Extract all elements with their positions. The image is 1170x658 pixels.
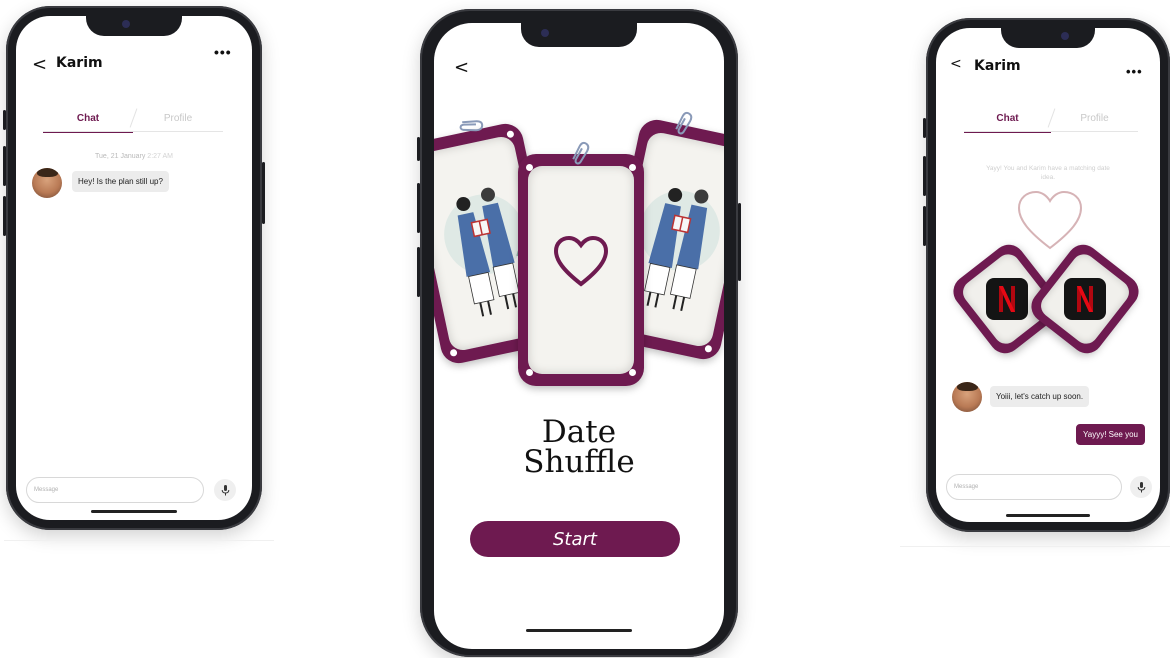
heart-outline-icon [1017, 190, 1083, 250]
camera-icon [541, 29, 549, 37]
microphone-icon[interactable] [1130, 476, 1152, 498]
card-corner-dot [629, 164, 636, 171]
message-input[interactable]: Message [946, 474, 1122, 500]
home-indicator [1006, 514, 1090, 517]
tab-profile[interactable]: Profile [1051, 113, 1138, 132]
card-corner-dot [704, 344, 713, 353]
phone-notch [86, 14, 182, 36]
side-button [417, 183, 420, 233]
side-button [417, 137, 420, 161]
app-title-line2: Shuffle [523, 444, 635, 480]
camera-icon [122, 20, 130, 28]
back-button[interactable]: < [32, 54, 47, 75]
phone-notch [521, 21, 637, 47]
message-timestamp: Tue, 21 January 2:27 AM [16, 153, 252, 160]
tab-chat[interactable]: Chat [43, 113, 133, 133]
center-phone-screen: < Date Shuffle Start [434, 23, 724, 649]
incoming-message-bubble: Hey! Is the plan still up? [72, 171, 169, 192]
start-button[interactable]: Start [470, 521, 680, 557]
side-button [417, 247, 420, 297]
phone-notch [1001, 26, 1095, 48]
tab-profile[interactable]: Profile [133, 113, 223, 132]
side-button [923, 118, 926, 138]
chat-contact-name: Karim [974, 58, 1021, 74]
avatar [952, 382, 982, 412]
card-face [528, 166, 634, 374]
more-options-icon[interactable]: ••• [1126, 64, 1143, 79]
app-title: Date Shuffle [434, 414, 724, 480]
phone-shadow [4, 540, 274, 541]
side-button [3, 146, 6, 186]
netflix-logo-icon [1064, 278, 1106, 320]
avatar [32, 168, 62, 198]
tab-chat[interactable]: Chat [964, 113, 1051, 133]
message-placeholder: Message [34, 487, 59, 493]
timestamp-time: 2:27 AM [147, 153, 173, 160]
match-notice: Yayy! You and Karim have a matching date… [986, 165, 1110, 181]
incoming-message-bubble: Yoiii, let's catch up soon. [990, 386, 1090, 407]
netflix-logo-icon [986, 278, 1028, 320]
side-button [3, 196, 6, 236]
right-phone-screen: < Karim ••• Chat Profile Yayy! You and K… [936, 28, 1160, 522]
more-options-icon[interactable]: ••• [214, 44, 232, 60]
netflix-card-right[interactable] [1024, 238, 1146, 360]
message-input[interactable]: Message [26, 477, 204, 503]
heart-icon [553, 235, 609, 287]
side-button [3, 110, 6, 130]
card-corner-dot [526, 369, 533, 376]
card-face [1036, 249, 1134, 349]
phone-shadow [900, 546, 1170, 547]
timestamp-date: Tue, 21 January [95, 153, 146, 160]
microphone-icon[interactable] [214, 479, 236, 501]
right-phone: < Karim ••• Chat Profile Yayy! You and K… [923, 18, 1170, 532]
back-button[interactable]: < [454, 57, 469, 78]
card-corner-dot [449, 348, 458, 357]
side-button [923, 206, 926, 246]
side-button [262, 162, 265, 224]
home-indicator [526, 629, 632, 632]
home-indicator [91, 510, 177, 513]
card-corner-dot [629, 369, 636, 376]
camera-icon [1061, 32, 1069, 40]
left-phone: < Karim ••• Chat Profile Tue, 21 January… [3, 6, 265, 530]
left-phone-screen: < Karim ••• Chat Profile Tue, 21 January… [16, 16, 252, 520]
outgoing-message-bubble: Yayyy! See you [1076, 424, 1145, 445]
card-corner-dot [506, 130, 515, 139]
date-card-center[interactable] [518, 154, 644, 386]
back-button[interactable]: < [950, 56, 962, 72]
side-button [738, 203, 741, 281]
side-button [923, 156, 926, 196]
chat-profile-tabs: Chat Profile [964, 108, 1138, 133]
chat-contact-name: Karim [56, 55, 103, 71]
app-title-line1: Date [541, 414, 617, 450]
card-corner-dot [526, 164, 533, 171]
chat-profile-tabs: Chat Profile [43, 108, 223, 133]
center-phone: < Date Shuffle Start [417, 9, 741, 657]
message-placeholder: Message [954, 484, 979, 490]
